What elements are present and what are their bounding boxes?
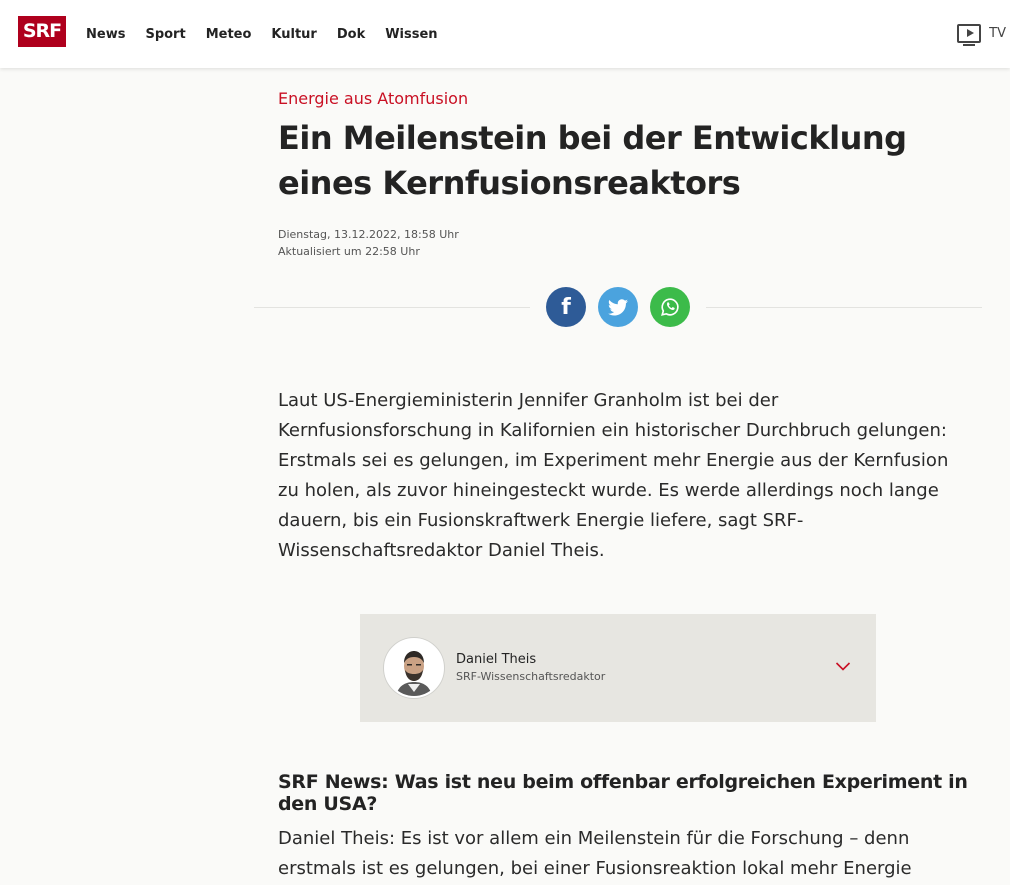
tv-play-icon bbox=[957, 23, 982, 46]
nav-item-news[interactable]: News bbox=[86, 27, 125, 42]
author-avatar bbox=[384, 638, 444, 698]
article-lead: Laut US-Energieministerin Jennifer Granh… bbox=[278, 390, 949, 561]
facebook-icon: f bbox=[561, 294, 571, 320]
srf-logo[interactable]: SRF bbox=[18, 16, 66, 47]
tv-label: TV bbox=[989, 25, 1006, 41]
article-kicker: Energie aus Atomfusion bbox=[278, 89, 469, 108]
nav-item-meteo[interactable]: Meteo bbox=[206, 27, 252, 42]
divider bbox=[254, 307, 530, 308]
nav-item-wissen[interactable]: Wissen bbox=[385, 27, 437, 42]
top-navigation-bar: SRF News Sport Meteo Kultur Dok Wissen T… bbox=[0, 0, 1010, 68]
share-facebook-button[interactable]: f bbox=[546, 287, 586, 327]
interview-question: SRF News: Was ist neu beim offenbar erfo… bbox=[278, 771, 968, 815]
author-name: Daniel Theis bbox=[456, 652, 537, 667]
share-twitter-button[interactable] bbox=[598, 287, 638, 327]
twitter-icon bbox=[608, 298, 628, 315]
publish-date: Dienstag, 13.12.2022, 18:58 Uhr bbox=[278, 228, 459, 241]
tv-link[interactable]: TV bbox=[957, 22, 1006, 46]
nav-item-kultur[interactable]: Kultur bbox=[271, 27, 316, 42]
nav-item-dok[interactable]: Dok bbox=[337, 27, 365, 42]
article-dates: Dienstag, 13.12.2022, 18:58 Uhr Aktualis… bbox=[278, 226, 459, 260]
divider bbox=[706, 307, 982, 308]
author-portrait-image bbox=[386, 640, 442, 696]
chevron-down-icon[interactable] bbox=[835, 658, 851, 674]
nav-item-sport[interactable]: Sport bbox=[145, 27, 185, 42]
author-role: SRF-Wissenschaftsredaktor bbox=[456, 670, 606, 683]
author-box[interactable]: Daniel Theis SRF-Wissenschaftsredaktor bbox=[360, 614, 876, 722]
updated-date: Aktualisiert um 22:58 Uhr bbox=[278, 245, 420, 258]
interview-answer: Daniel Theis: Es ist vor allem ein Meile… bbox=[278, 828, 912, 879]
share-whatsapp-button[interactable] bbox=[650, 287, 690, 327]
whatsapp-icon bbox=[661, 298, 679, 316]
main-nav: News Sport Meteo Kultur Dok Wissen bbox=[86, 0, 458, 68]
article-title: Ein Meilenstein bei der Entwicklung eine… bbox=[278, 119, 907, 202]
